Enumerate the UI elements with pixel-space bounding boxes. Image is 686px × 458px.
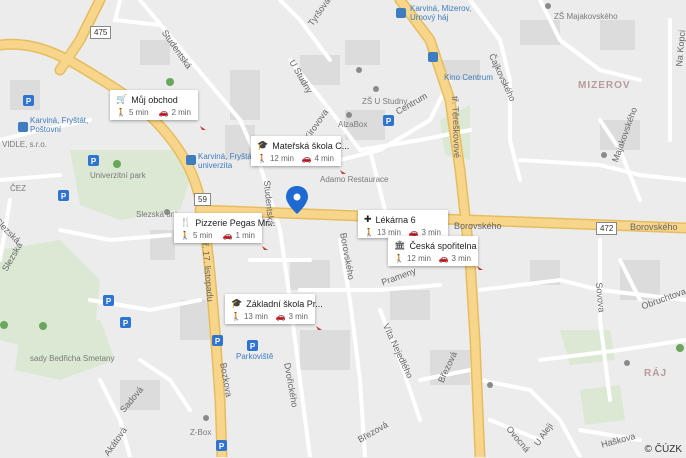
street-label: Borovského (454, 221, 502, 231)
poi-card-title: Lékárna 6 (375, 214, 416, 225)
parking-icon: P (58, 190, 69, 201)
poi-card[interactable]: 🎓 Mateřská škola C... 🚶 12 min 🚗 4 min (251, 136, 349, 166)
place-label: ČEZ (10, 184, 26, 193)
drive-time: 3 min (288, 312, 308, 321)
place-label: Univerzitní park (90, 171, 146, 180)
poi-card-title: Základní škola Pr... (246, 298, 323, 309)
parking-icon: P (247, 340, 258, 351)
car-icon: 🚗 (438, 254, 449, 263)
svg-text:P: P (106, 297, 112, 306)
svg-text:P: P (61, 192, 67, 201)
poi-card[interactable]: ✚ Lékárna 6 🚶 13 min 🚗 3 min (358, 210, 448, 238)
park-icon (39, 322, 47, 330)
walk-icon: 🚶 (231, 312, 241, 321)
walk-icon: 🚶 (116, 108, 126, 117)
car-icon: 🚗 (275, 312, 286, 321)
transit-stop-label: Karviná, Mizerov, Urnový háj (410, 4, 472, 22)
walk-time: 5 min (128, 108, 149, 117)
cart-icon: 🛒 (116, 94, 128, 104)
walk-time: 5 min (192, 231, 213, 240)
park-icon (0, 321, 8, 329)
place-label: ZŠ U Studny (362, 97, 408, 106)
street-label: Na Kopci (674, 29, 686, 67)
road-number-shield: 475 (90, 26, 112, 39)
drive-time: 4 min (314, 154, 334, 163)
walk-icon: 🚶 (180, 231, 190, 240)
drive-time: 3 min (451, 254, 471, 263)
graduation-cap-icon: 🎓 (257, 140, 269, 150)
place-label: sady Bedřicha Smetany (30, 354, 115, 363)
parking-icon: P (212, 335, 223, 346)
walk-time: 12 min (406, 254, 431, 263)
street-label: tř. Těreškovové (450, 96, 463, 159)
parking-icon: P (88, 155, 99, 166)
parking-icon: P (216, 440, 227, 451)
svg-text:P: P (26, 97, 32, 106)
poi-card-title: Pizzerie Pegas Mr... (195, 217, 276, 228)
pharmacy-icon: ✚ (364, 214, 372, 224)
sport-icon (166, 78, 174, 86)
bus-stop-icon (186, 155, 196, 165)
poi-card[interactable]: 🛒 Můj obchod 🚶 5 min 🚗 2 min (110, 90, 198, 120)
svg-text:P: P (215, 337, 221, 346)
bus-stop-icon (428, 52, 438, 62)
car-icon: 🚗 (222, 231, 233, 240)
map-copyright[interactable]: © ČÚZK (645, 444, 682, 455)
place-label: Adamo Restaurace (320, 175, 389, 184)
district-label: MIZEROV (578, 80, 631, 91)
car-icon: 🚗 (301, 154, 312, 163)
car-icon: 🚗 (158, 108, 169, 117)
drive-time: 2 min (171, 108, 191, 117)
drive-time: 1 min (235, 231, 255, 240)
place-label: AlzaBox (338, 120, 368, 129)
poi-card-title: Mateřská škola C... (272, 140, 350, 151)
place-label: Kino Centrum (444, 73, 493, 82)
tree-icon (113, 160, 121, 168)
bank-icon: 🏛 (394, 240, 406, 250)
poi-card[interactable]: 🎓 Základní škola Pr... 🚶 13 min 🚗 3 min (225, 294, 323, 324)
svg-text:P: P (386, 117, 392, 126)
walk-time: 12 min (269, 154, 294, 163)
walk-icon: 🚶 (257, 154, 267, 163)
street-label: Borovského (630, 222, 678, 232)
transit-stop-label: Karviná, Fryštát, univerzita (198, 152, 257, 170)
park-icon (676, 344, 684, 352)
parking-icon: P (103, 295, 114, 306)
road-number-shield: 59 (194, 193, 211, 206)
bus-stop-icon (18, 122, 28, 132)
district-label: RÁJ (644, 368, 668, 379)
parking-icon: P (23, 95, 34, 106)
svg-text:P: P (123, 319, 129, 328)
poi-card[interactable]: 🏛 Česká spořitelna 🚶 12 min 🚗 3 min (388, 236, 478, 266)
bus-stop-icon (396, 8, 406, 18)
walk-icon: 🚶 (364, 228, 374, 237)
parking-icon: P (120, 317, 131, 328)
transit-stop-label: Karviná, Fryštát, Poštovní (30, 116, 89, 134)
svg-text:P: P (91, 157, 97, 166)
restaurant-icon: 🍴 (180, 217, 192, 227)
graduation-cap-icon: 🎓 (231, 298, 243, 308)
poi-card[interactable]: 🍴 Pizzerie Pegas Mr... 🚶 5 min 🚗 1 min (174, 213, 275, 243)
place-label: ZŠ Majakovského (554, 12, 618, 21)
parking-icon: P (383, 115, 394, 126)
poi-card-title: Můj obchod (131, 94, 178, 105)
place-label: Parkoviště (236, 352, 274, 361)
walk-icon: 🚶 (394, 254, 404, 263)
place-label: Z-Box (190, 428, 212, 437)
walk-time: 13 min (243, 312, 268, 321)
road-number-shield: 472 (596, 222, 618, 235)
map-canvas[interactable]: P P P P P P P P P (0, 0, 686, 457)
svg-text:P: P (219, 442, 225, 451)
poi-card-title: Česká spořitelna (409, 240, 477, 251)
place-label: VIDLE, s.r.o. (2, 140, 47, 149)
svg-text:P: P (250, 342, 256, 351)
